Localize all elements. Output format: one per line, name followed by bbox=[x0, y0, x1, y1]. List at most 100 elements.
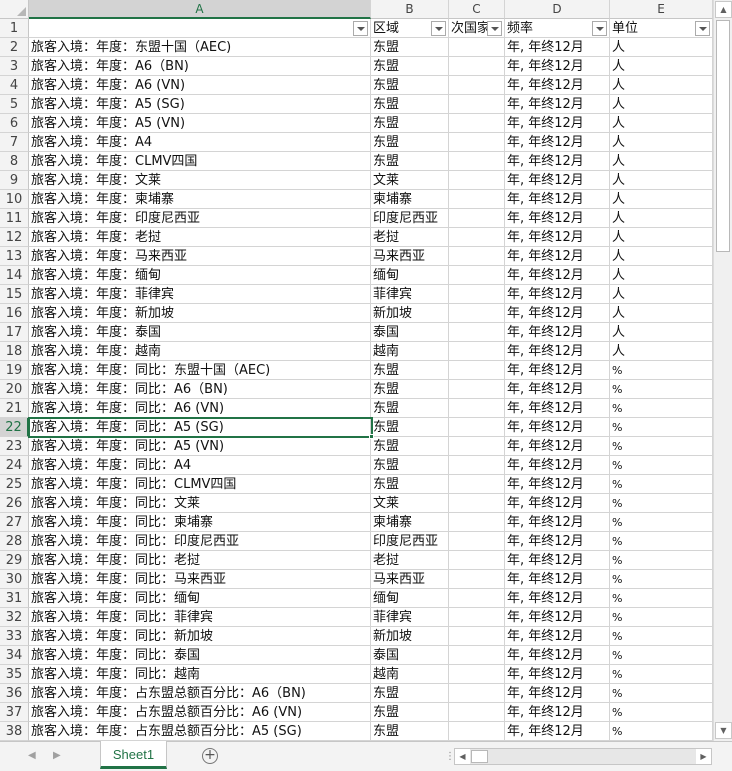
row-header[interactable]: 2 bbox=[0, 38, 29, 57]
row-header[interactable]: 35 bbox=[0, 665, 29, 684]
cell-frequency[interactable]: 年, 年终12月 bbox=[505, 209, 610, 228]
cell-frequency[interactable]: 年, 年终12月 bbox=[505, 38, 610, 57]
cell-region[interactable]: 菲律宾 bbox=[371, 285, 449, 304]
row-header[interactable]: 28 bbox=[0, 532, 29, 551]
cell-series-name[interactable]: 旅客入境：年度：同比：A5 (SG) bbox=[29, 418, 371, 437]
cell-subcountry[interactable] bbox=[449, 171, 505, 190]
row-header[interactable]: 38 bbox=[0, 722, 29, 741]
scroll-left-icon[interactable]: ◀ bbox=[455, 749, 470, 764]
sheet-tab-sheet1[interactable]: Sheet1 bbox=[100, 741, 167, 769]
cell-unit[interactable]: 人 bbox=[610, 342, 713, 361]
cell-region[interactable]: 新加坡 bbox=[371, 304, 449, 323]
cell-region[interactable]: 印度尼西亚 bbox=[371, 532, 449, 551]
cell-region[interactable]: 马来西亚 bbox=[371, 247, 449, 266]
cell-region[interactable]: 柬埔寨 bbox=[371, 513, 449, 532]
row-header[interactable]: 1 bbox=[0, 19, 29, 38]
cell-frequency[interactable]: 年, 年终12月 bbox=[505, 95, 610, 114]
cell-region[interactable]: 新加坡 bbox=[371, 627, 449, 646]
vertical-scroll-thumb[interactable] bbox=[716, 20, 730, 252]
cell-subcountry[interactable] bbox=[449, 551, 505, 570]
cell-series-name[interactable]: 旅客入境：年度：缅甸 bbox=[29, 266, 371, 285]
cell-subcountry[interactable] bbox=[449, 38, 505, 57]
cell-subcountry[interactable] bbox=[449, 304, 505, 323]
row-header[interactable]: 20 bbox=[0, 380, 29, 399]
row-header[interactable]: 31 bbox=[0, 589, 29, 608]
cell-subcountry[interactable] bbox=[449, 722, 505, 741]
cell-region[interactable]: 东盟 bbox=[371, 38, 449, 57]
cell-frequency[interactable]: 年, 年终12月 bbox=[505, 114, 610, 133]
cell-unit[interactable]: 人 bbox=[610, 304, 713, 323]
cell-region[interactable]: 泰国 bbox=[371, 646, 449, 665]
cell-frequency[interactable]: 年, 年终12月 bbox=[505, 247, 610, 266]
cell-region[interactable]: 柬埔寨 bbox=[371, 190, 449, 209]
row-header[interactable]: 19 bbox=[0, 361, 29, 380]
cell-subcountry[interactable] bbox=[449, 608, 505, 627]
cell-region[interactable]: 菲律宾 bbox=[371, 608, 449, 627]
cell-series-name[interactable]: 旅客入境：年度：泰国 bbox=[29, 323, 371, 342]
cell-series-name[interactable]: 旅客入境：年度：同比：A5 (VN) bbox=[29, 437, 371, 456]
cell-frequency[interactable]: 年, 年终12月 bbox=[505, 266, 610, 285]
row-header[interactable]: 7 bbox=[0, 133, 29, 152]
cell-unit[interactable]: % bbox=[610, 627, 713, 646]
cell-series-name[interactable]: 旅客入境：年度：同比：东盟十国（AEC) bbox=[29, 361, 371, 380]
row-header[interactable]: 32 bbox=[0, 608, 29, 627]
add-sheet-icon[interactable]: + bbox=[202, 748, 218, 764]
cell-unit[interactable]: 人 bbox=[610, 114, 713, 133]
cell-series-name[interactable]: 旅客入境：年度：同比：A4 bbox=[29, 456, 371, 475]
cell-unit[interactable]: 人 bbox=[610, 190, 713, 209]
row-header[interactable]: 30 bbox=[0, 570, 29, 589]
row-header[interactable]: 36 bbox=[0, 684, 29, 703]
row-header[interactable]: 4 bbox=[0, 76, 29, 95]
row-header[interactable]: 18 bbox=[0, 342, 29, 361]
cell-unit[interactable]: % bbox=[610, 475, 713, 494]
spreadsheet-grid[interactable]: A B C D E 1 区域 次国家 频率 单位 2 旅客入境：年度：东盟十国（A… bbox=[0, 0, 713, 741]
cell-series-name[interactable]: 旅客入境：年度：占东盟总额百分比：A6 (VN) bbox=[29, 703, 371, 722]
vertical-scrollbar[interactable]: ▲ ▼ bbox=[713, 0, 732, 741]
cell-subcountry[interactable] bbox=[449, 323, 505, 342]
cell-frequency[interactable]: 年, 年终12月 bbox=[505, 646, 610, 665]
cell-frequency[interactable]: 年, 年终12月 bbox=[505, 323, 610, 342]
cell-series-name[interactable]: 旅客入境：年度：同比：泰国 bbox=[29, 646, 371, 665]
cell-region[interactable]: 老挝 bbox=[371, 228, 449, 247]
cell-frequency[interactable]: 年, 年终12月 bbox=[505, 665, 610, 684]
cell-subcountry[interactable] bbox=[449, 190, 505, 209]
scroll-right-icon[interactable]: ▶ bbox=[696, 749, 711, 764]
split-handle-icon[interactable]: ⋮ bbox=[445, 751, 455, 762]
cell-unit[interactable]: % bbox=[610, 513, 713, 532]
cell-unit[interactable]: 人 bbox=[610, 95, 713, 114]
cell-frequency[interactable]: 年, 年终12月 bbox=[505, 399, 610, 418]
cell-frequency[interactable]: 年, 年终12月 bbox=[505, 437, 610, 456]
cell-region[interactable]: 东盟 bbox=[371, 114, 449, 133]
cell-subcountry[interactable] bbox=[449, 247, 505, 266]
cell-subcountry[interactable] bbox=[449, 589, 505, 608]
cell-unit[interactable]: % bbox=[610, 665, 713, 684]
cell-subcountry[interactable] bbox=[449, 627, 505, 646]
cell-unit[interactable]: 人 bbox=[610, 209, 713, 228]
cell-subcountry[interactable] bbox=[449, 494, 505, 513]
cell-subcountry[interactable] bbox=[449, 228, 505, 247]
filter-dropdown-icon[interactable] bbox=[695, 21, 710, 36]
cell-series-name[interactable]: 旅客入境：年度：马来西亚 bbox=[29, 247, 371, 266]
row-header[interactable]: 23 bbox=[0, 437, 29, 456]
row-header[interactable]: 27 bbox=[0, 513, 29, 532]
cell-frequency[interactable]: 年, 年终12月 bbox=[505, 380, 610, 399]
filter-dropdown-icon[interactable] bbox=[592, 21, 607, 36]
cell-region[interactable]: 文莱 bbox=[371, 171, 449, 190]
cell-region[interactable]: 东盟 bbox=[371, 57, 449, 76]
cell-series-name[interactable]: 旅客入境：年度：同比：柬埔寨 bbox=[29, 513, 371, 532]
cell-series-name[interactable]: 旅客入境：年度：A4 bbox=[29, 133, 371, 152]
cell-series-name[interactable]: 旅客入境：年度：占东盟总额百分比：A5 (SG) bbox=[29, 722, 371, 741]
row-header[interactable]: 15 bbox=[0, 285, 29, 304]
filter-dropdown-icon[interactable] bbox=[431, 21, 446, 36]
cell-series-name[interactable]: 旅客入境：年度：A6 (VN) bbox=[29, 76, 371, 95]
cell-region[interactable]: 缅甸 bbox=[371, 589, 449, 608]
column-header-e[interactable]: E bbox=[610, 0, 713, 19]
cell-region[interactable]: 越南 bbox=[371, 342, 449, 361]
cell-subcountry[interactable] bbox=[449, 361, 505, 380]
cell-subcountry[interactable] bbox=[449, 456, 505, 475]
cell-unit[interactable]: % bbox=[610, 570, 713, 589]
column-header-b[interactable]: B bbox=[371, 0, 449, 19]
cell-series-name[interactable]: 旅客入境：年度：菲律宾 bbox=[29, 285, 371, 304]
cell-subcountry[interactable] bbox=[449, 209, 505, 228]
cell-region[interactable]: 东盟 bbox=[371, 133, 449, 152]
